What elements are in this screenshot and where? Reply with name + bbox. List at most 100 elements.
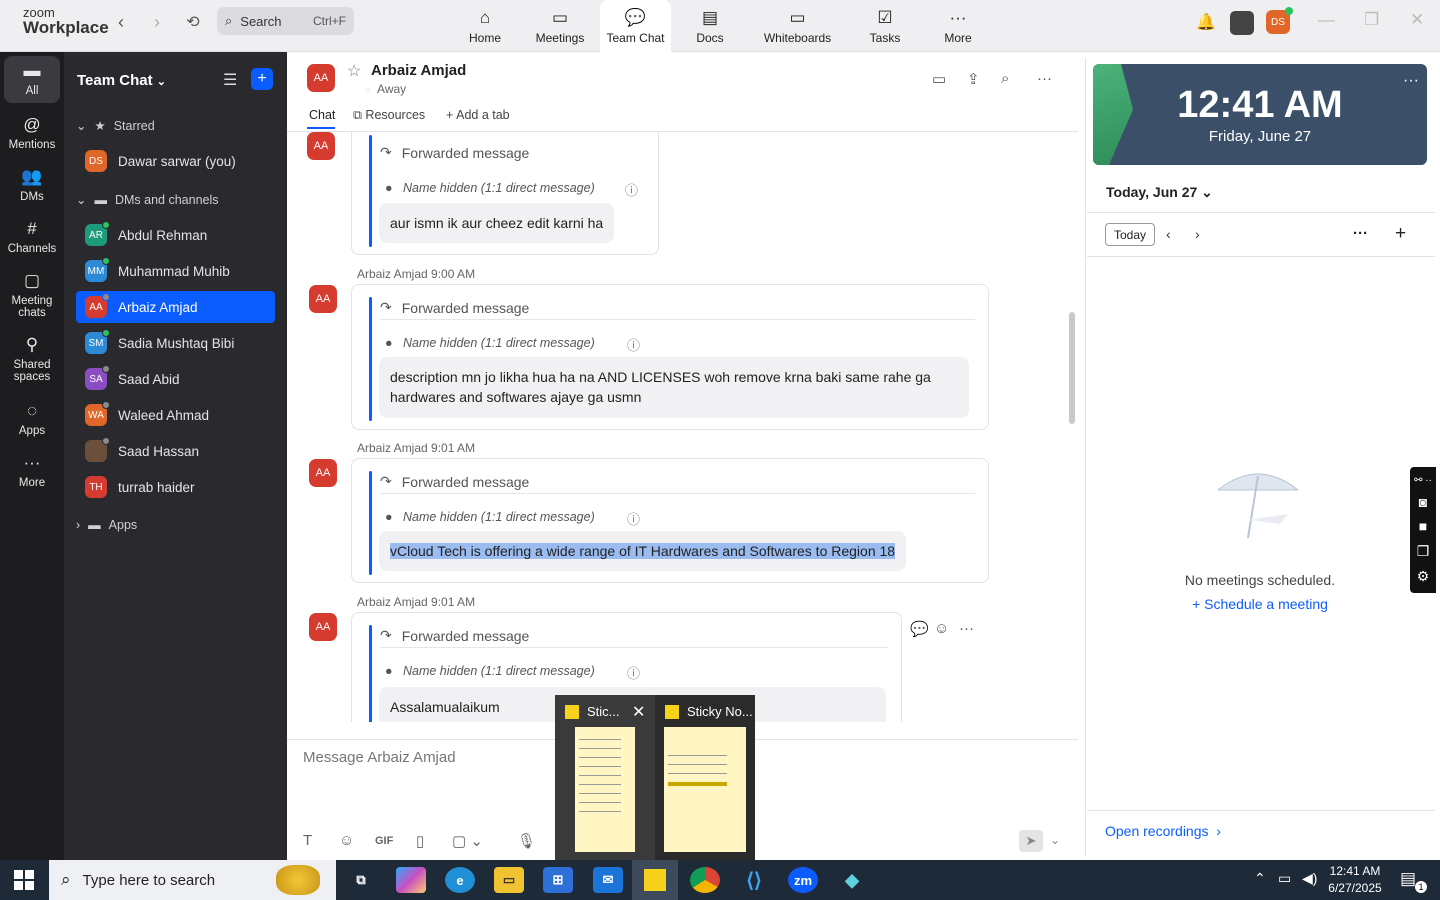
file-explorer-icon[interactable]: ▭ (494, 867, 524, 893)
send-icon[interactable]: ➤ (1019, 830, 1043, 852)
tab-chat[interactable]: Chat (309, 108, 335, 122)
sidebar-item-saad-hassan[interactable]: Saad Hassan (76, 435, 275, 467)
emoji-icon[interactable]: ☺ (339, 832, 354, 849)
file-icon[interactable]: ▯ (416, 832, 424, 850)
message-more-icon[interactable]: ··· (959, 620, 974, 637)
sidebar-item-arbaiz[interactable]: AA Arbaiz Amjad (76, 291, 275, 323)
emoji-reaction-icon[interactable]: ☺ (934, 620, 949, 637)
tab-meetings[interactable]: ▭ Meetings (530, 0, 590, 52)
clock-more-icon[interactable]: ··· (1403, 72, 1419, 90)
tray-chevron-icon[interactable]: ⌃ (1254, 870, 1266, 887)
info-icon[interactable]: ⓘ (627, 663, 640, 682)
tab-whiteboards[interactable]: ▭ Whiteboards (760, 0, 835, 52)
sidebar-title[interactable]: Team Chat ⌄ (77, 72, 166, 89)
task-view-icon[interactable]: ⧉ (346, 867, 376, 893)
rail-all[interactable]: ▬ All (4, 56, 60, 104)
video-icon[interactable]: ■ (1419, 518, 1427, 534)
sidebar-item-sadia[interactable]: SM Sadia Mushtaq Bibi (76, 327, 275, 359)
tab-team-chat[interactable]: 💬 Team Chat (600, 0, 671, 52)
screenshot-icon[interactable]: ▢ ⌄ (452, 832, 483, 850)
share-screen-icon[interactable]: ⇪ (967, 70, 980, 88)
section-dms[interactable]: ⌄ ▬ DMs and channels (76, 192, 219, 208)
mic-icon[interactable]: 🎙 (517, 832, 536, 850)
calendar-date-header[interactable]: Today, Jun 27 ⌄ (1106, 184, 1213, 201)
tab-add[interactable]: + Add a tab (446, 108, 510, 122)
scrollbar[interactable] (1069, 312, 1075, 424)
preview-window-1[interactable]: Stic... ✕ (555, 695, 655, 860)
rail-apps[interactable]: ◌ Apps (4, 401, 60, 437)
rail-meeting-chats[interactable]: ▢ Meeting chats (4, 271, 60, 320)
taskbar-search[interactable]: ⌕ Type here to search (49, 860, 336, 900)
rail-mentions[interactable]: @ Mentions (4, 115, 60, 151)
close-icon[interactable]: ✕ (632, 702, 645, 722)
filter-icon[interactable]: ☰ (223, 70, 237, 90)
preview-window-2[interactable]: Sticky No... (655, 695, 755, 860)
rail-shared-spaces[interactable]: ⚲ Shared spaces (4, 335, 60, 384)
search-icon[interactable]: ⌕ (1001, 70, 1009, 87)
mail-icon[interactable]: ✉ (593, 867, 623, 893)
calendar-more-icon[interactable]: ··· (1353, 225, 1368, 242)
sidebar-item-saad-abid[interactable]: SA Saad Abid (76, 363, 275, 395)
reply-icon[interactable]: 💬 (910, 620, 929, 638)
rail-dms[interactable]: 👥 DMs (4, 167, 60, 203)
search-box[interactable]: ⌕ Search Ctrl+F (217, 7, 354, 35)
message-list[interactable]: AA ↷ Forwarded message ● Name hidden (1:1… (287, 132, 1070, 722)
sidebar-item-abdul[interactable]: AR Abdul Rehman (76, 219, 275, 251)
start-icon[interactable] (14, 870, 34, 890)
chrome-icon[interactable] (690, 867, 720, 893)
send-options-icon[interactable]: ⌄ (1050, 833, 1060, 847)
section-starred[interactable]: ⌄ ★ Starred (76, 118, 155, 134)
clock[interactable]: 12:41 AM 6/27/2025 (1320, 863, 1390, 897)
app-icon[interactable]: ◆ (837, 867, 867, 893)
new-chat-button[interactable]: + (251, 68, 273, 90)
user-avatar[interactable]: DS (1266, 7, 1293, 34)
back-arrow-icon[interactable]: ‹ (110, 12, 132, 33)
forward-arrow-icon[interactable]: › (146, 12, 168, 33)
rail-more[interactable]: ··· More (4, 453, 60, 489)
star-icon[interactable]: ☆ (347, 61, 361, 81)
minimize-icon[interactable]: — (1318, 10, 1335, 30)
copilot-icon[interactable] (396, 867, 426, 893)
sidebar-item-waleed[interactable]: WA Waleed Ahmad (76, 399, 275, 431)
windows-icon[interactable]: ❐ (1417, 543, 1430, 560)
store-icon[interactable]: ⊞ (543, 867, 573, 893)
maximize-icon[interactable]: ❐ (1364, 10, 1379, 30)
add-meeting-icon[interactable]: + (1395, 223, 1406, 245)
tab-resources[interactable]: ⧉ Resources (353, 108, 425, 123)
info-icon[interactable]: ⓘ (625, 180, 638, 199)
schedule-meeting-link[interactable]: + Schedule a meeting (1087, 596, 1433, 612)
tab-home[interactable]: ⌂ Home (461, 0, 509, 52)
sidebar-item-muhib[interactable]: MM Muhammad Muhib (76, 255, 275, 287)
volume-icon[interactable]: ◀) (1302, 870, 1317, 887)
settings-icon[interactable]: ⚙ (1417, 568, 1430, 585)
gift-icon[interactable] (1230, 11, 1254, 35)
section-apps[interactable]: › ▬ Apps (76, 518, 137, 532)
next-day-icon[interactable]: › (1195, 226, 1200, 242)
close-icon[interactable]: ✕ (1410, 10, 1424, 30)
camera-icon[interactable]: ◙ (1419, 494, 1427, 510)
video-call-icon[interactable]: ▭ (932, 70, 946, 88)
sidebar-item-turrab[interactable]: TH turrab haider (76, 471, 275, 503)
history-icon[interactable]: ⟲ (182, 12, 204, 32)
chat-title[interactable]: Arbaiz Amjad (371, 62, 466, 79)
tab-docs[interactable]: ▤ Docs (690, 0, 730, 52)
format-text-icon[interactable]: T (303, 832, 312, 849)
prev-day-icon[interactable]: ‹ (1166, 226, 1171, 242)
more-options-icon[interactable]: ··· (1037, 70, 1052, 87)
sidebar-item-dawar[interactable]: DS Dawar sarwar (you) (76, 145, 275, 177)
info-icon[interactable]: ⓘ (627, 509, 640, 528)
vscode-icon[interactable]: ⟨⟩ (739, 867, 769, 893)
message-input[interactable]: Message Arbaiz Amjad (303, 749, 456, 766)
gif-button[interactable]: GIF (375, 835, 393, 847)
tab-more[interactable]: ··· More (938, 0, 978, 52)
network-icon[interactable]: ▭ (1278, 870, 1291, 887)
rail-channels[interactable]: # Channels (4, 219, 60, 255)
info-icon[interactable]: ⓘ (627, 335, 640, 354)
tab-tasks[interactable]: ☑ Tasks (865, 0, 905, 52)
link-icon[interactable]: ⚯ ·· (1414, 475, 1432, 486)
notification-icon[interactable]: ▤ (1400, 869, 1416, 889)
edge-icon[interactable]: e (445, 867, 475, 893)
open-recordings-link[interactable]: Open recordings › (1105, 823, 1221, 839)
today-button[interactable]: Today (1105, 223, 1155, 246)
zoom-icon[interactable]: zm (788, 867, 818, 893)
